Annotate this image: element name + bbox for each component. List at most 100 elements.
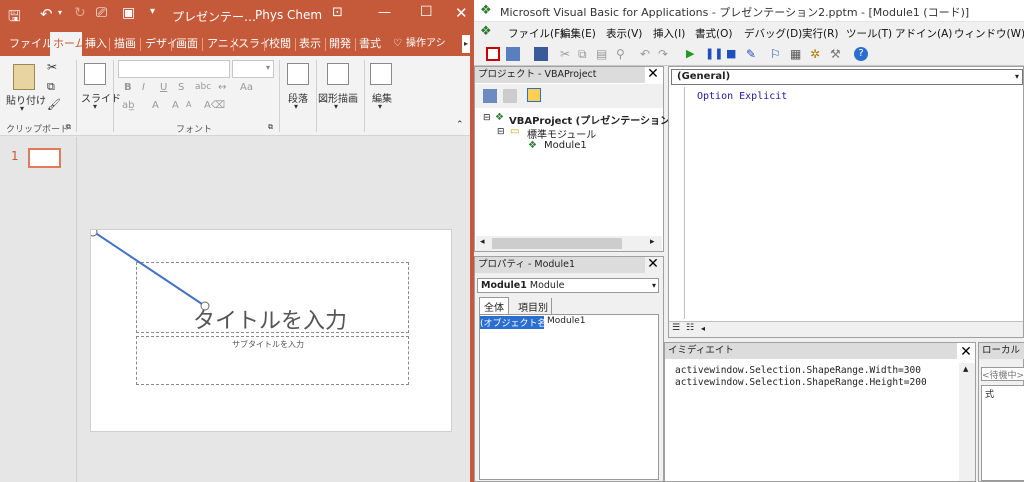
help-icon[interactable]: ? [854,47,868,61]
undo-icon[interactable]: ↶ [640,47,654,61]
tab-all[interactable]: 全体 [479,297,509,315]
font-size-combo[interactable]: ▾ [232,60,274,78]
ppt-account-name[interactable]: Phys Chem [255,8,322,22]
project-hscrollbar[interactable]: ◂ ▸ [476,236,662,251]
toolbox-icon[interactable]: ⚒ [830,47,844,61]
view-object-icon[interactable] [503,89,517,103]
menu-format[interactable]: 書式(O) [695,26,732,41]
font-name-combo[interactable] [118,60,230,78]
highlight-icon[interactable]: ab̲ [122,100,134,111]
underline-button[interactable]: U [160,82,167,93]
clear-format-icon[interactable]: A⌫ [204,100,225,111]
project-explorer-icon[interactable]: ⚐ [770,47,784,61]
code-line-1[interactable]: Option Explicit [697,91,787,102]
paste-dropdown-icon[interactable]: ▾ [20,104,24,113]
undo-dropdown-icon[interactable]: ▾ [58,8,62,17]
paste-icon[interactable]: ▤ [596,47,610,61]
break-icon[interactable]: ❚❚ [705,47,723,61]
vbe-doc-icon[interactable]: ❖ [480,24,492,39]
tab-file[interactable]: ファイル [6,32,56,56]
properties-window-icon[interactable]: ▦ [790,47,804,61]
tab-developer[interactable]: 開発 [326,32,354,56]
prop-value-cell[interactable]: Module1 [547,316,585,326]
procedure-view-icon[interactable]: ☰ [672,323,680,333]
drawing-dropdown-icon[interactable]: ▾ [334,102,338,111]
menu-file[interactable]: ファイル(F) [508,26,564,41]
ribbon-scroll-right-icon[interactable]: ▸ [462,35,471,53]
redo-icon[interactable]: ↻ [74,5,86,21]
menu-view[interactable]: 表示(V) [606,26,642,41]
scroll-left-icon[interactable]: ◂ [701,324,705,333]
properties-close-icon[interactable]: ✕ [645,257,661,273]
undo-icon[interactable]: ↶ [40,5,53,23]
tab-category[interactable]: 項目別 [515,298,552,315]
strikethrough-button[interactable]: abc [195,82,211,92]
slide[interactable]: タイトルを入力 サブタイトルを入力 [90,229,452,432]
paste-icon[interactable] [13,64,35,90]
immediate-close-icon[interactable]: ✕ [958,345,974,361]
tab-tell-me[interactable]: 操作アシ [403,32,449,56]
tab-format[interactable]: 書式 [356,32,384,56]
bold-button[interactable]: B [124,82,132,93]
save-icon[interactable]: 🖫 [8,6,21,31]
find-icon[interactable]: ⚲ [616,47,630,61]
view-host-app-icon[interactable] [486,47,500,61]
char-spacing-icon[interactable]: ↔ [218,82,226,93]
slide-thumbnail[interactable] [28,148,61,168]
cut-icon[interactable]: ✂ [560,47,574,61]
drawing-icon[interactable] [327,63,349,85]
ribbon-display-options-icon[interactable]: ⊡ [332,5,343,20]
camera-icon[interactable]: ▣ [122,5,135,21]
tab-transitions[interactable]: 画面 [173,32,201,56]
toggle-folders-icon[interactable] [527,88,541,102]
full-module-view-icon[interactable]: ☷ [686,323,694,333]
properties-object-combo[interactable]: Module1 Module ▾ [477,278,659,293]
tree-vbaproject[interactable]: VBAProject (プレゼンテーション2 [509,112,677,127]
italic-button[interactable]: I [142,82,145,93]
search-icon[interactable] [370,63,392,85]
tab-home[interactable]: ホーム [50,32,82,56]
prop-name-cell[interactable]: (オブジェクト名) [480,316,544,329]
menu-run[interactable]: 実行(R) [802,26,839,41]
menu-tools[interactable]: ツール(T) [846,26,892,41]
collapse-ribbon-icon[interactable]: ⌃ [456,120,464,130]
shadow-button[interactable]: S [178,82,184,93]
view-code-icon[interactable] [483,89,497,103]
reset-icon[interactable]: ■ [726,47,740,61]
slide-dropdown-icon[interactable]: ▾ [93,102,97,111]
change-case-icon[interactable]: Aa [240,82,253,93]
copy-icon[interactable]: ⧉ [578,47,592,61]
grow-font-icon[interactable]: A [172,100,179,111]
start-from-beginning-icon[interactable]: ⎚ [96,5,107,21]
tab-view[interactable]: 表示 [296,32,324,56]
object-browser-icon[interactable]: ✲ [810,47,824,61]
tree-module1[interactable]: Module1 [544,140,587,151]
minimize-icon[interactable]: — [378,5,391,20]
menu-window[interactable]: ウィンドウ(W) [954,26,1024,41]
shrink-font-icon[interactable]: A [186,100,191,109]
close-icon[interactable]: ✕ [455,4,468,22]
design-mode-icon[interactable]: ✎ [746,47,760,61]
tab-insert[interactable]: 挿入 [82,32,110,56]
copy-icon[interactable]: ⧉ [47,80,55,94]
tree-collapse-icon[interactable]: ⊟ [483,113,491,123]
clipboard-launcher-icon[interactable]: ⧉ [66,123,71,132]
customize-qat-icon[interactable]: ▾ [150,6,155,17]
project-close-icon[interactable]: ✕ [645,67,661,83]
editing-dropdown-icon[interactable]: ▾ [378,102,382,111]
run-icon[interactable]: ▶ [686,47,700,61]
maximize-icon[interactable]: ☐ [420,4,433,20]
format-painter-icon[interactable]: 🖌 [47,98,61,111]
font-color-icon[interactable]: A [152,100,159,111]
paste-button[interactable]: 貼り付け [6,92,46,107]
cut-icon[interactable]: ✂ [47,60,57,74]
menu-addins[interactable]: アドイン(A) [895,26,952,41]
font-launcher-icon[interactable]: ⧉ [268,123,273,132]
object-combo[interactable]: (General) ▾ [671,69,1023,85]
menu-debug[interactable]: デバッグ(D) [744,26,802,41]
insert-userform-icon[interactable] [506,47,520,61]
menu-edit[interactable]: 編集(E) [560,26,596,41]
menu-insert[interactable]: 挿入(I) [653,26,685,41]
tab-draw[interactable]: 描画 [111,32,139,56]
locals-col-expression[interactable]: 式 [985,387,994,400]
